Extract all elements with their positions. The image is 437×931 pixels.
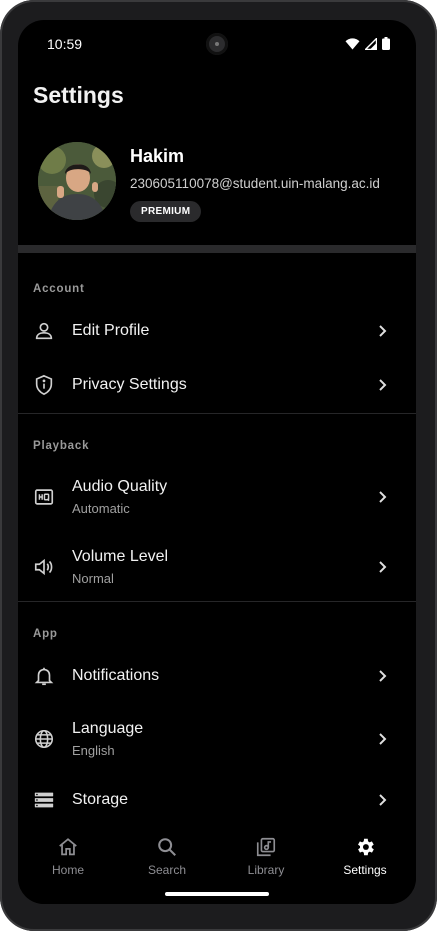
volume-level-value: Normal [72,571,114,586]
nav-library[interactable]: Library [226,836,306,877]
avatar[interactable] [38,142,116,220]
profile-name: Hakim [130,146,185,166]
status-icons [345,37,390,50]
globe-icon [34,729,54,749]
nav-search-label: Search [147,863,187,877]
home-icon [59,838,77,856]
premium-badge: PREMIUM [130,201,202,222]
signal-icon [365,37,377,50]
chevron-right-icon [379,561,387,573]
avatar-photo [38,142,116,220]
bell-icon [34,667,54,686]
camera-cutout [206,33,228,55]
chevron-right-icon [379,325,387,337]
storage-icon [34,792,54,808]
volume-level-row[interactable]: Volume Level Normal [18,532,416,602]
bottom-nav: Home Search Library Settings [18,820,416,904]
volume-icon [34,558,53,576]
section-divider [18,413,416,414]
search-icon [158,838,176,856]
wifi-icon [345,37,360,49]
language-label: Language [72,720,144,737]
person-icon [35,322,53,340]
storage-label: Storage [72,791,129,808]
status-bar: 10:59 [18,20,416,68]
audio-quality-value: Automatic [72,501,130,516]
language-row[interactable]: Language English [18,704,416,774]
battery-icon [382,37,390,50]
nav-settings-label: Settings [343,863,387,877]
section-header-playback: Playback [33,440,90,452]
nav-home[interactable]: Home [28,836,108,877]
nav-library-label: Library [247,863,285,877]
audio-quality-label: Audio Quality [72,478,168,495]
privacy-settings-row[interactable]: Privacy Settings [18,358,416,412]
notifications-label: Notifications [72,667,160,684]
library-icon [256,837,276,857]
notifications-row[interactable]: Notifications [18,649,416,703]
chevron-right-icon [379,670,387,682]
app-screen: 10:59 Settings Hakim 230605110078@studen… [18,20,416,904]
section-divider [18,601,416,602]
nav-home-label: Home [51,863,84,877]
edit-profile-label: Edit Profile [72,322,150,339]
home-indicator[interactable] [165,892,269,896]
nav-settings[interactable]: Settings [325,836,405,877]
chevron-right-icon [379,733,387,745]
profile-email: 230605110078@student.uin-malang.ac.id [130,176,380,191]
edit-profile-row[interactable]: Edit Profile [18,304,416,358]
section-header-app: App [33,628,58,640]
page-title: Settings [33,82,124,108]
shield-icon [35,374,53,396]
gear-icon [358,838,374,856]
status-time: 10:59 [47,36,83,52]
volume-level-label: Volume Level [72,548,169,565]
profile-card[interactable]: Hakim 230605110078@student.uin-malang.ac… [18,136,416,246]
audio-quality-row[interactable]: Audio Quality Automatic [18,462,416,532]
storage-row[interactable]: Storage [18,773,416,827]
phone-frame: 10:59 Settings Hakim 230605110078@studen… [0,0,437,931]
chevron-right-icon [379,491,387,503]
language-value: English [72,743,115,758]
profile-divider [18,245,416,253]
section-header-account: Account [33,283,85,295]
chevron-right-icon [379,379,387,391]
privacy-settings-label: Privacy Settings [72,376,187,393]
chevron-right-icon [379,794,387,806]
nav-search[interactable]: Search [127,836,207,877]
hq-icon [34,489,54,505]
